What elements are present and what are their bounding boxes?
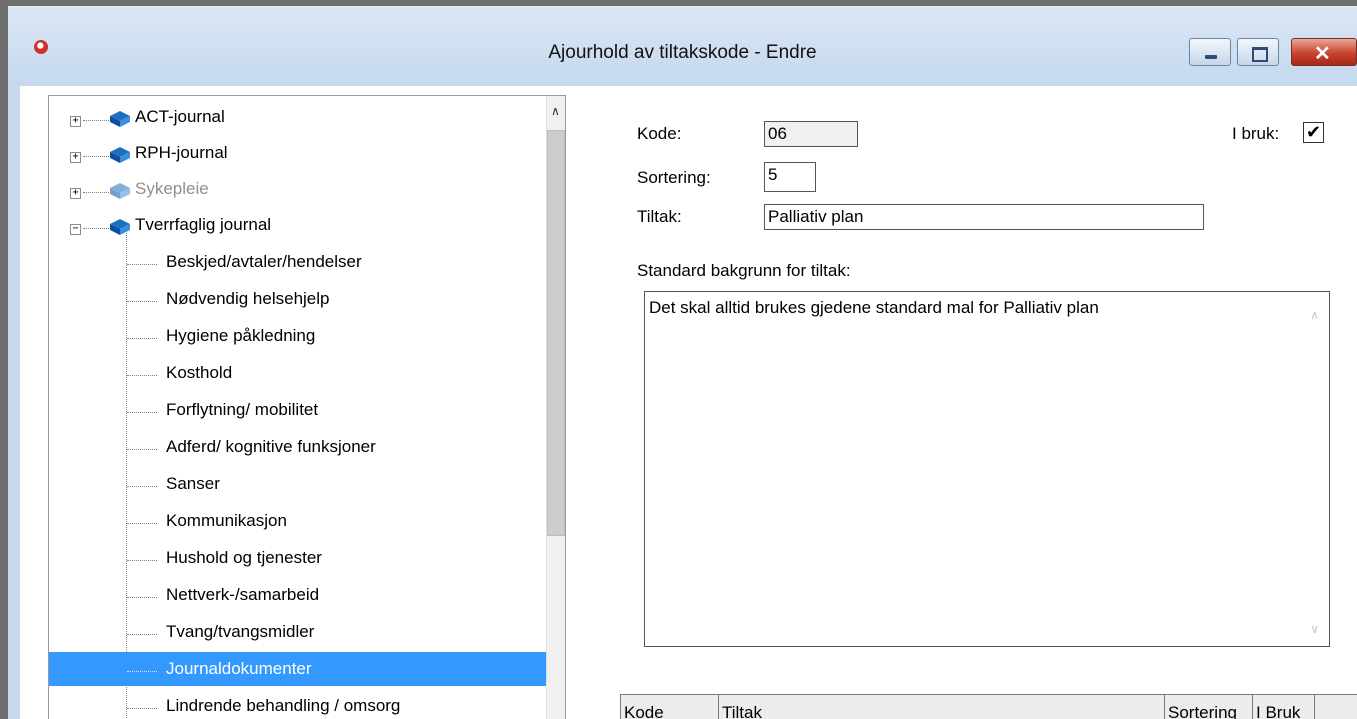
tree-connector [127, 338, 157, 339]
tree-connector [83, 156, 109, 157]
minimize-icon [1205, 55, 1217, 59]
tree-leaf-label: Hushold og tjenester [166, 548, 322, 567]
tree-node-label: Tverrfaglig journal [135, 215, 272, 234]
tree-leaf[interactable]: Hygiene påkledning [49, 319, 546, 353]
column-header-extra[interactable] [1314, 695, 1357, 719]
column-header-sortering[interactable]: Sortering [1164, 695, 1252, 719]
tree-connector [127, 486, 157, 487]
tree-scrollbar[interactable]: ∧ [546, 96, 565, 719]
tree-leaf[interactable]: Sanser [49, 467, 546, 501]
tree-leaf[interactable]: Hushold og tjenester [49, 541, 546, 575]
tiltak-grid-header: Kode Tiltak Sortering I Bruk [620, 694, 1357, 719]
tree-leaf[interactable]: Tvang/tvangsmidler [49, 615, 546, 649]
tree-connector [83, 120, 109, 121]
tree-leaf[interactable]: Lindrende behandling / omsorg [49, 689, 546, 719]
tree-leaf[interactable]: Nettverk-/samarbeid [49, 578, 546, 612]
book-icon [110, 147, 130, 163]
close-icon: ✕ [1314, 43, 1331, 65]
tree-connector [127, 597, 157, 598]
bakgrunn-textarea[interactable]: Det skal alltid brukes gjedene standard … [644, 291, 1330, 647]
tree-leaf-label: Tvang/tvangsmidler [166, 622, 315, 641]
background-edge-left [0, 0, 8, 719]
tree-leaf-label: Nødvendig helsehjelp [166, 289, 330, 308]
tree-connector [127, 449, 157, 450]
expand-icon[interactable]: + [70, 152, 81, 163]
kode-label: Kode: [637, 124, 682, 143]
bakgrunn-text: Det skal alltid brukes gjedene standard … [649, 298, 1099, 317]
book-icon [110, 183, 130, 199]
tree-node-rph-journal[interactable]: + RPH-journal [49, 136, 546, 170]
dialog-window: Ajourhold av tiltakskode - Endre ✕ + ACT… [8, 6, 1357, 719]
window-title: Ajourhold av tiltakskode - Endre [548, 42, 817, 63]
tree-leaf-label: Adferd/ kognitive funksjoner [166, 437, 376, 456]
tree-leaf[interactable]: Forflytning/ mobilitet [49, 393, 546, 427]
tree-connector [127, 708, 157, 709]
i-bruk-checkbox[interactable]: ✔ [1303, 122, 1324, 143]
tree-leaf-label: Beskjed/avtaler/hendelser [166, 252, 362, 271]
expand-icon[interactable]: + [70, 116, 81, 127]
tree-leaf[interactable]: Kommunikasjon [49, 504, 546, 538]
tree-node-sykepleie[interactable]: + Sykepleie [49, 172, 546, 206]
tree-leaf-label: Kosthold [166, 363, 233, 382]
tree-node-act-journal[interactable]: + ACT-journal [49, 100, 546, 134]
minimize-button[interactable] [1189, 38, 1231, 66]
bakgrunn-label: Standard bakgrunn for tiltak: [637, 261, 851, 280]
scroll-thumb[interactable] [547, 130, 565, 536]
screen: Ajourhold av tiltakskode - Endre ✕ + ACT… [0, 0, 1357, 719]
tree-leaf[interactable]: Kosthold [49, 356, 546, 390]
maximize-button[interactable] [1237, 38, 1279, 66]
tree-leaf-label: Forflytning/ mobilitet [166, 400, 319, 419]
tree-connector [83, 228, 109, 229]
book-icon [110, 219, 130, 235]
close-button[interactable]: ✕ [1291, 38, 1357, 66]
tree-connector [127, 523, 157, 524]
column-header-kode[interactable]: Kode [620, 695, 718, 719]
tree-node-label: RPH-journal [135, 143, 228, 162]
tree-connector [127, 375, 157, 376]
expand-icon[interactable]: + [70, 188, 81, 199]
tree-leaf-label: Kommunikasjon [166, 511, 287, 530]
scroll-down-icon[interactable]: ∨ [1310, 622, 1319, 636]
tree-leaf[interactable]: Beskjed/avtaler/hendelser [49, 245, 546, 279]
tree-leaf-label: Lindrende behandling / omsorg [166, 696, 401, 715]
tree-leaf[interactable]: Adferd/ kognitive funksjoner [49, 430, 546, 464]
maximize-icon [1252, 47, 1268, 62]
tree-leaf-selected[interactable]: Journaldokumenter [49, 652, 546, 686]
tree-node-label: Sykepleie [135, 179, 209, 198]
book-icon [110, 111, 130, 127]
kode-field[interactable]: 06 [764, 121, 858, 147]
scroll-up-icon[interactable]: ∧ [551, 104, 560, 118]
tiltak-label: Tiltak: [637, 207, 682, 226]
tree-leaf[interactable]: Nødvendig helsehjelp [49, 282, 546, 316]
tree-connector [127, 301, 157, 302]
tree-connector [127, 671, 157, 672]
collapse-icon[interactable]: − [70, 224, 81, 235]
sortering-label: Sortering: [637, 168, 711, 187]
category-tree[interactable]: + ACT-journal + RPH-journal + Sykepleie … [48, 95, 566, 719]
tree-node-label: ACT-journal [135, 107, 225, 126]
tree-leaf-label: Hygiene påkledning [166, 326, 316, 345]
tree-connector [127, 264, 157, 265]
tree-leaf-label: Nettverk-/samarbeid [166, 585, 320, 604]
scroll-up-icon[interactable]: ∧ [1310, 308, 1319, 322]
column-header-i-bruk[interactable]: I Bruk [1252, 695, 1314, 719]
tree-node-tverrfaglig-journal[interactable]: − Tverrfaglig journal [49, 208, 546, 242]
column-header-tiltak[interactable]: Tiltak [718, 695, 1164, 719]
dialog-client-area: + ACT-journal + RPH-journal + Sykepleie … [20, 86, 1357, 719]
tiltak-field[interactable]: Palliativ plan [764, 204, 1204, 230]
tree-connector [127, 634, 157, 635]
sortering-field[interactable]: 5 [764, 162, 816, 192]
title-bar[interactable]: Ajourhold av tiltakskode - Endre ✕ [8, 6, 1357, 86]
tree-connector [127, 560, 157, 561]
checkmark-icon: ✔ [1305, 122, 1322, 142]
tree-connector [127, 412, 157, 413]
i-bruk-label: I bruk: [1232, 124, 1280, 143]
tree-leaf-label: Sanser [166, 474, 220, 493]
tree-connector [83, 192, 109, 193]
tree-leaf-label: Journaldokumenter [166, 659, 312, 678]
